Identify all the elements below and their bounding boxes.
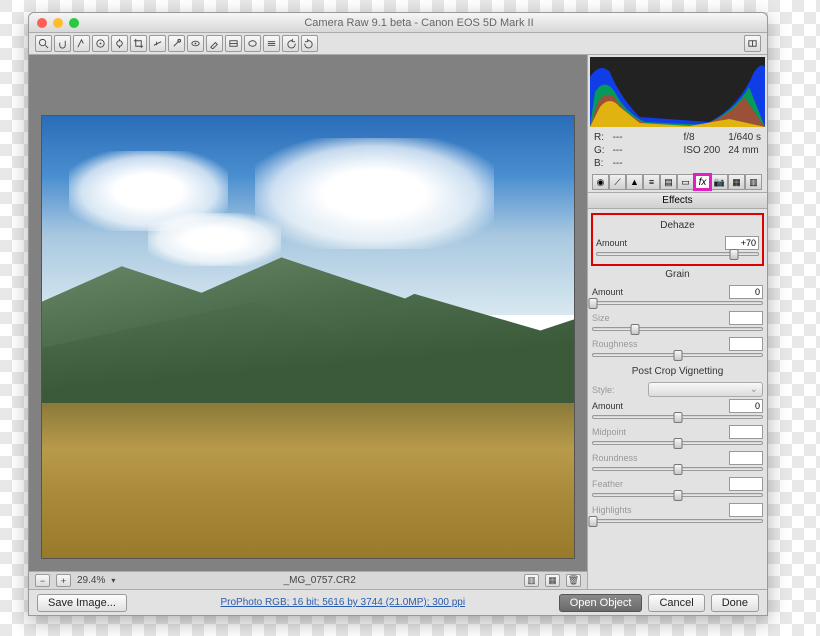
vignette-style-dropdown[interactable]: ⌄ (648, 382, 763, 397)
trash-icon[interactable]: 🗑 (566, 574, 581, 587)
zoom-level: 29.4% (77, 575, 105, 586)
image-canvas[interactable] (41, 115, 575, 559)
minimize-window-icon[interactable] (53, 18, 63, 28)
vignette-midpoint-slider (592, 441, 763, 445)
zoom-window-icon[interactable] (69, 18, 79, 28)
straighten-tool[interactable] (149, 35, 166, 52)
preview-toggle[interactable] (744, 35, 761, 52)
vignette-style-label: Style: (592, 385, 644, 395)
tab-basic[interactable]: ◉ (592, 174, 609, 190)
vignette-highlights-value (729, 503, 763, 517)
tab-camera[interactable]: 📷 (711, 174, 728, 190)
vignette-midpoint-label: Midpoint (592, 427, 644, 437)
vignette-highlights-label: Highlights (592, 505, 644, 515)
window-title: Camera Raw 9.1 beta - Canon EOS 5D Mark … (79, 17, 759, 29)
vignette-title: Post Crop Vignetting (592, 363, 763, 380)
white-balance-tool[interactable] (73, 35, 90, 52)
grain-amount-value[interactable]: 0 (729, 285, 763, 299)
grain-size-label: Size (592, 313, 644, 323)
vignette-feather-label: Feather (592, 479, 644, 489)
vignette-midpoint-value (729, 425, 763, 439)
rating-icon[interactable]: ▥ (524, 574, 539, 587)
grain-size-value (729, 311, 763, 325)
cancel-button[interactable]: Cancel (648, 594, 704, 612)
graduated-filter-tool[interactable] (225, 35, 242, 52)
vignette-roundness-slider (592, 467, 763, 471)
camera-raw-window: Camera Raw 9.1 beta - Canon EOS 5D Mark … (28, 12, 768, 616)
dehaze-highlight: Dehaze Amount +70 (591, 213, 764, 266)
vignette-feather-value (729, 477, 763, 491)
photo-preview (42, 116, 574, 558)
grain-roughness-slider (592, 353, 763, 357)
vignette-amount-value[interactable]: 0 (729, 399, 763, 413)
sidebar: R:---f/81/640 s G:---ISO 20024 mm B:--- … (587, 55, 767, 589)
vignette-roundness-value (729, 451, 763, 465)
zoom-out-button[interactable]: − (35, 574, 50, 587)
done-button[interactable]: Done (711, 594, 759, 612)
workflow-info[interactable]: ProPhoto RGB; 16 bit; 5616 by 3744 (21.0… (133, 597, 553, 608)
footer: Save Image... ProPhoto RGB; 16 bit; 5616… (29, 589, 767, 615)
dehaze-amount-value[interactable]: +70 (725, 236, 759, 250)
filename: _MG_0757.CR2 (284, 575, 356, 586)
close-window-icon[interactable] (37, 18, 47, 28)
zoom-in-button[interactable]: + (56, 574, 71, 587)
vignette-amount-slider[interactable] (592, 415, 763, 419)
vignette-roundness-label: Roundness (592, 453, 644, 463)
panel-header: Effects (588, 193, 767, 209)
tab-detail[interactable]: ▲ (626, 174, 643, 190)
toolbar (29, 33, 767, 55)
tab-lens[interactable]: ▭ (677, 174, 694, 190)
rotate-cw-tool[interactable] (301, 35, 318, 52)
titlebar: Camera Raw 9.1 beta - Canon EOS 5D Mark … (29, 13, 767, 33)
spot-removal-tool[interactable] (168, 35, 185, 52)
tab-snapshots[interactable]: ▥ (745, 174, 762, 190)
label-icon[interactable]: ▦ (545, 574, 560, 587)
open-object-button[interactable]: Open Object (559, 594, 643, 612)
save-image-button[interactable]: Save Image... (37, 594, 127, 612)
crop-tool[interactable] (130, 35, 147, 52)
vignette-highlights-slider (592, 519, 763, 523)
grain-roughness-label: Roughness (592, 339, 644, 349)
grain-amount-label: Amount (592, 287, 644, 297)
main-panel: − + 29.4% ▾ _MG_0757.CR2 ▥ ▦ 🗑 (29, 55, 587, 589)
vignette-amount-label: Amount (592, 401, 644, 411)
zoom-tool[interactable] (35, 35, 52, 52)
panel-tabs: ◉ ⟋ ▲ ≡ ▤ ▭ fx 📷 ▦ ▥ (588, 172, 767, 193)
grain-title: Grain (592, 266, 763, 283)
preferences-tool[interactable] (263, 35, 280, 52)
traffic-lights (37, 18, 79, 28)
tab-hsl[interactable]: ≡ (643, 174, 660, 190)
content-area: − + 29.4% ▾ _MG_0757.CR2 ▥ ▦ 🗑 (29, 55, 767, 589)
vignette-feather-slider (592, 493, 763, 497)
targeted-adjustment-tool[interactable] (111, 35, 128, 52)
tab-curve[interactable]: ⟋ (609, 174, 626, 190)
red-eye-tool[interactable] (187, 35, 204, 52)
grain-size-slider (592, 327, 763, 331)
tab-effects[interactable]: fx (694, 174, 711, 190)
radial-filter-tool[interactable] (244, 35, 261, 52)
dehaze-amount-slider[interactable] (596, 252, 759, 256)
grain-roughness-value (729, 337, 763, 351)
rotate-ccw-tool[interactable] (282, 35, 299, 52)
dehaze-amount-label: Amount (596, 238, 648, 248)
hand-tool[interactable] (54, 35, 71, 52)
tab-presets[interactable]: ▦ (728, 174, 745, 190)
tab-split[interactable]: ▤ (660, 174, 677, 190)
status-bar: − + 29.4% ▾ _MG_0757.CR2 ▥ ▦ 🗑 (29, 571, 587, 589)
color-sampler-tool[interactable] (92, 35, 109, 52)
grain-amount-slider[interactable] (592, 301, 763, 305)
effects-panel: Dehaze Amount +70 Grain Amount 0 (588, 209, 767, 589)
adjustment-brush-tool[interactable] (206, 35, 223, 52)
dehaze-title: Dehaze (596, 217, 759, 234)
histogram[interactable] (590, 57, 765, 127)
metadata: R:---f/81/640 s G:---ISO 20024 mm B:--- (588, 129, 767, 172)
